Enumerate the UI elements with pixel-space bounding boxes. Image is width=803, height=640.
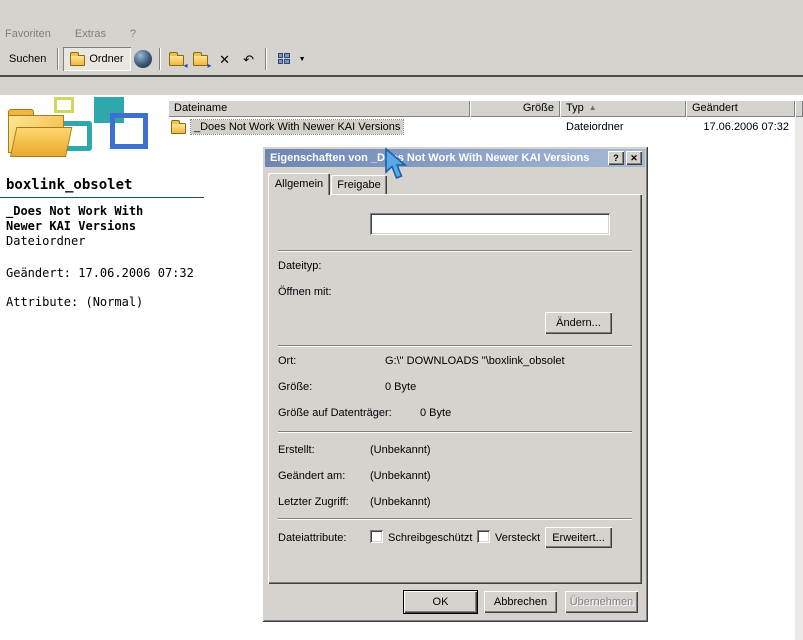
groesse-value: 0 Byte [385,381,417,393]
undo-icon: ↶ [243,51,255,67]
folder-title: boxlink_obsolet [6,177,133,193]
search-button[interactable]: Suchen [2,47,54,71]
separator [278,518,632,520]
views-dropdown-icon: ▼ [298,55,306,63]
row-filename[interactable]: _Does Not Work With Newer KAI Versions [189,119,405,135]
column-header-typ[interactable]: Typ ▲ [560,100,686,117]
schreibgeschuetzt-checkbox[interactable] [370,530,383,543]
list-header: Dateiname Größe Typ ▲ Geändert [168,100,803,117]
oeffnen-mit-label: Öffnen mit: [278,286,332,298]
folder-artwork [6,97,168,175]
folder-name-input[interactable] [370,213,610,235]
copy-to-button[interactable]: ▸ [189,47,213,71]
schreibgeschuetzt-label: Schreibgeschützt [388,532,473,544]
toolbar-separator [57,48,60,70]
toolbar-separator [264,48,267,70]
ok-button[interactable]: OK [403,590,478,614]
menu-bar: Favoriten Extras ? [0,24,803,43]
cancel-button[interactable]: Abbrechen [484,591,557,613]
scrollbar-track[interactable] [795,117,803,640]
dialog-close-button[interactable]: ✕ [626,151,642,165]
copy-arrow-icon: ▸ [207,61,212,70]
move-arrow-icon: ◂ [183,61,188,70]
versteckt-checkbox[interactable] [477,530,490,543]
dialog-help-button[interactable]: ? [608,151,624,165]
separator [278,250,632,252]
large-folder-icon [8,109,73,159]
title-underline [0,197,204,198]
letzter-zugriff-value: (Unbekannt) [370,496,431,508]
column-header-geaendert[interactable]: Geändert [686,100,795,117]
dateityp-label: Dateityp: [278,260,322,272]
row-type: Dateiordner [566,121,624,133]
column-header-groesse[interactable]: Größe [470,100,560,117]
aendern-button[interactable]: Ändern... [545,312,612,334]
undo-button[interactable]: ↶ [237,47,261,71]
move-to-button[interactable]: ◂ [165,47,189,71]
geaendert-am-label: Geändert am: [278,470,346,482]
copy-to-folder-icon [193,52,209,66]
separator [278,345,632,347]
delete-button[interactable]: ✕ [213,47,237,71]
toolbar: Suchen Ordner ◂ ▸ ✕ ↶ ▼ [0,44,803,74]
folders-button-label: Ordner [89,53,124,65]
datentraeger-value: 0 Byte [420,407,452,419]
erstellt-label: Erstellt: [278,444,315,456]
row-folder-icon [171,120,186,134]
tab-page-allgemein: Dateityp: Öffnen mit: Ändern... Ort: G:\… [268,194,642,584]
versteckt-label: Versteckt [495,532,541,544]
cursor-arrow [385,148,408,180]
tab-allgemein[interactable]: Allgemein [268,173,330,195]
folder-icon [70,52,86,66]
letzter-zugriff-label: Letzter Zugriff: [278,496,349,508]
views-grid-icon [277,53,291,65]
views-button[interactable]: ▼ [270,47,313,71]
search-button-label: Suchen [9,53,47,65]
selected-item-name-line2: Newer KAI Versions [6,219,137,233]
folder-info-panel: boxlink_obsolet _Does Not Work With Newe… [0,177,221,309]
dialog-titlebar[interactable]: Eigenschaften von _Does Not Work With Ne… [265,149,645,167]
close-icon: ✕ [630,152,638,163]
erweitert-button[interactable]: Erweitert... [545,527,612,548]
apply-button: Übernehmen [565,591,638,613]
row-modified: 17.06.2006 07:32 [703,121,789,133]
groesse-label: Größe: [278,381,313,393]
separator [278,431,632,433]
selected-item-name-line1: _Does Not Work With [6,204,144,218]
delete-icon: ✕ [219,51,231,67]
menu-help[interactable]: ? [130,28,136,40]
move-to-folder-icon [169,52,185,66]
tab-freigabe[interactable]: Freigabe [331,175,387,194]
folders-toggle-button[interactable]: Ordner [63,47,131,71]
art-blue-square [110,113,148,149]
help-icon: ? [613,153,619,163]
properties-dialog: Eigenschaften von _Does Not Work With Ne… [262,146,648,622]
ort-value: G:\" DOWNLOADS "\boxlink_obsolet [385,355,565,367]
history-button[interactable] [131,47,155,71]
toolbar-divider [0,75,803,77]
column-header-dateiname[interactable]: Dateiname [168,100,470,117]
datentraeger-label: Größe auf Datenträger: [278,407,392,419]
selected-item-modified: Geändert: 17.06.2006 07:32 [6,266,194,280]
globe-icon [133,50,152,68]
menu-extras[interactable]: Extras [75,28,106,40]
geaendert-am-value: (Unbekannt) [370,470,431,482]
column-header-typ-label: Typ [566,102,584,114]
toolbar-separator [158,48,161,70]
erstellt-value: (Unbekannt) [370,444,431,456]
column-header-stub [795,100,803,117]
dateiattribute-label: Dateiattribute: [278,532,347,544]
selected-item-type: Dateiordner [6,234,86,248]
table-row[interactable]: _Does Not Work With Newer KAI Versions D… [168,119,795,135]
dialog-title: Eigenschaften von _Does Not Work With Ne… [270,152,590,164]
sort-asc-icon: ▲ [588,103,597,112]
selected-item-attributes: Attribute: (Normal) [6,295,144,309]
menu-favoriten[interactable]: Favoriten [5,28,51,40]
ort-label: Ort: [278,355,297,367]
